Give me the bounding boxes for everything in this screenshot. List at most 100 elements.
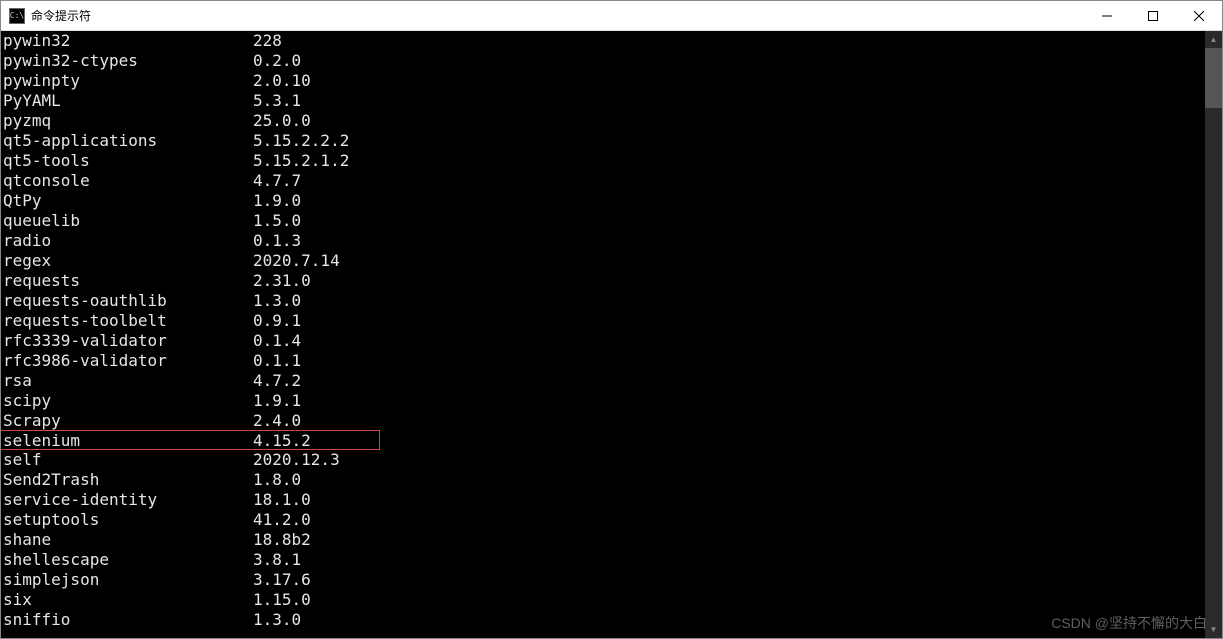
package-version: 1.5.0: [253, 211, 1205, 231]
package-row: pywin32-ctypes0.2.0: [1, 51, 1205, 71]
scroll-thumb[interactable]: [1205, 48, 1222, 108]
package-name: qt5-applications: [1, 131, 253, 151]
package-version: 5.15.2.1.2: [253, 151, 1205, 171]
package-version: 0.1.1: [253, 351, 1205, 371]
package-version: 1.15.0: [253, 590, 1205, 610]
package-name: service-identity: [1, 490, 253, 510]
package-version: 2020.12.3: [253, 450, 1205, 470]
package-version: 0.9.1: [253, 311, 1205, 331]
package-row: simplejson3.17.6: [1, 570, 1205, 590]
package-version: 18.8b2: [253, 530, 1205, 550]
package-row: service-identity18.1.0: [1, 490, 1205, 510]
terminal-output[interactable]: pywin32228pywin32-ctypes0.2.0pywinpty2.0…: [1, 31, 1205, 638]
package-version: 2020.7.14: [253, 251, 1205, 271]
package-version: 25.0.0: [253, 111, 1205, 131]
package-name: qtconsole: [1, 171, 253, 191]
package-version: 0.1.3: [253, 231, 1205, 251]
package-row: qt5-tools5.15.2.1.2: [1, 151, 1205, 171]
package-row: rsa4.7.2: [1, 371, 1205, 391]
package-row: queuelib1.5.0: [1, 211, 1205, 231]
terminal-area: pywin32228pywin32-ctypes0.2.0pywinpty2.0…: [1, 31, 1222, 638]
package-name: pywin32-ctypes: [1, 51, 253, 71]
package-version: 0.2.0: [253, 51, 1205, 71]
package-name: qt5-tools: [1, 151, 253, 171]
package-row: regex2020.7.14: [1, 251, 1205, 271]
package-version: 3.8.1: [253, 550, 1205, 570]
package-name: queuelib: [1, 211, 253, 231]
package-version: 41.2.0: [253, 510, 1205, 530]
package-name: rsa: [1, 371, 253, 391]
package-name: PyYAML: [1, 91, 253, 111]
package-row: sniffio1.3.0: [1, 610, 1205, 630]
package-row: rfc3986-validator0.1.1: [1, 351, 1205, 371]
package-name: six: [1, 590, 253, 610]
package-version: 3.17.6: [253, 570, 1205, 590]
package-name: pyzmq: [1, 111, 253, 131]
minimize-button[interactable]: [1084, 1, 1130, 30]
scroll-down-icon[interactable]: ▼: [1205, 621, 1222, 638]
package-version: 2.0.10: [253, 71, 1205, 91]
package-version: 2.4.0: [253, 411, 1205, 431]
package-version: 1.3.0: [253, 291, 1205, 311]
package-name: requests: [1, 271, 253, 291]
package-row: pyzmq25.0.0: [1, 111, 1205, 131]
window-title: 命令提示符: [31, 7, 1084, 24]
package-name: regex: [1, 251, 253, 271]
package-name: rfc3986-validator: [1, 351, 253, 371]
package-version: 5.3.1: [253, 91, 1205, 111]
package-name: self: [1, 450, 253, 470]
package-version: 2.31.0: [253, 271, 1205, 291]
package-name: requests-toolbelt: [1, 311, 253, 331]
package-row: QtPy1.9.0: [1, 191, 1205, 211]
package-name: setuptools: [1, 510, 253, 530]
app-icon: C:\: [9, 8, 25, 24]
package-name: requests-oauthlib: [1, 291, 253, 311]
package-version: 18.1.0: [253, 490, 1205, 510]
package-row: requests2.31.0: [1, 271, 1205, 291]
package-version: 5.15.2.2.2: [253, 131, 1205, 151]
vertical-scrollbar[interactable]: ▲ ▼: [1205, 31, 1222, 638]
package-row: Scrapy2.4.0: [1, 411, 1205, 431]
package-row: requests-toolbelt0.9.1: [1, 311, 1205, 331]
package-row: rfc3339-validator0.1.4: [1, 331, 1205, 351]
watermark-text: CSDN @坚持不懈的大白: [1051, 613, 1207, 633]
package-name: radio: [1, 231, 253, 251]
package-name: sniffio: [1, 610, 253, 630]
package-row: Send2Trash1.8.0: [1, 470, 1205, 490]
package-version: 1.8.0: [253, 470, 1205, 490]
package-name: shane: [1, 530, 253, 550]
package-name: rfc3339-validator: [1, 331, 253, 351]
package-name: Send2Trash: [1, 470, 253, 490]
package-row: qt5-applications5.15.2.2.2: [1, 131, 1205, 151]
maximize-button[interactable]: [1130, 1, 1176, 30]
package-name: pywin32: [1, 31, 253, 51]
package-row: qtconsole4.7.7: [1, 171, 1205, 191]
package-row: PyYAML5.3.1: [1, 91, 1205, 111]
package-name: Scrapy: [1, 411, 253, 431]
package-row: scipy1.9.1: [1, 391, 1205, 411]
close-button[interactable]: [1176, 1, 1222, 30]
package-version: 0.1.4: [253, 331, 1205, 351]
package-row: self2020.12.3: [1, 450, 1205, 470]
package-row: requests-oauthlib1.3.0: [1, 291, 1205, 311]
window-controls: [1084, 1, 1222, 30]
package-name: shellescape: [1, 550, 253, 570]
titlebar[interactable]: C:\ 命令提示符: [1, 1, 1222, 31]
package-name: simplejson: [1, 570, 253, 590]
package-version: 4.7.7: [253, 171, 1205, 191]
package-row: pywin32228: [1, 31, 1205, 51]
package-version: 228: [253, 31, 1205, 51]
package-name: selenium: [1, 431, 253, 449]
package-row: shane18.8b2: [1, 530, 1205, 550]
package-row: selenium4.15.2: [1, 430, 380, 450]
package-row: six1.15.0: [1, 590, 1205, 610]
package-version: 1.9.0: [253, 191, 1205, 211]
package-name: scipy: [1, 391, 253, 411]
scroll-up-icon[interactable]: ▲: [1205, 31, 1222, 48]
package-row: shellescape3.8.1: [1, 550, 1205, 570]
package-row: pywinpty2.0.10: [1, 71, 1205, 91]
package-row: radio0.1.3: [1, 231, 1205, 251]
package-version: 1.9.1: [253, 391, 1205, 411]
package-row: setuptools41.2.0: [1, 510, 1205, 530]
package-name: pywinpty: [1, 71, 253, 91]
